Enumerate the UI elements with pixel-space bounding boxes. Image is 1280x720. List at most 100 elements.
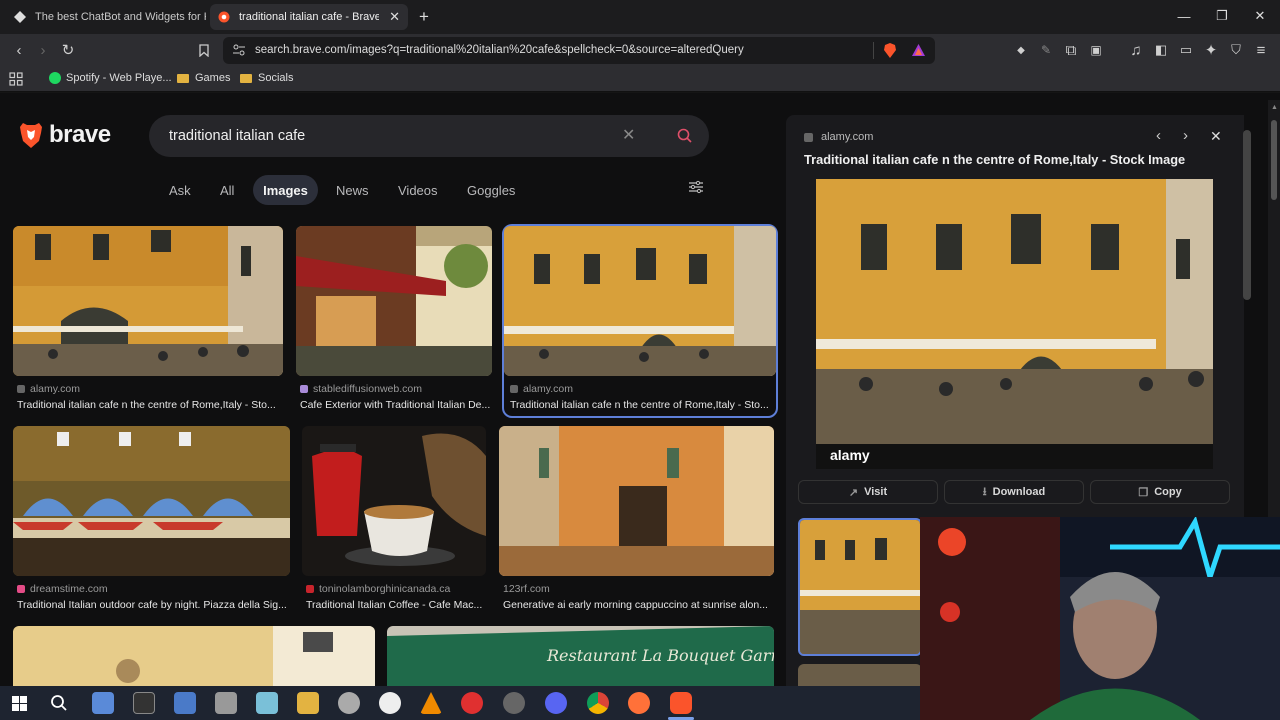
copy-button[interactable]: ❐ Copy <box>1090 480 1230 504</box>
new-tab-icon[interactable]: + <box>419 7 429 27</box>
result-thumbnail[interactable] <box>296 226 492 376</box>
screenshot-icon[interactable]: ▣ <box>1085 39 1107 61</box>
filter-settings-icon[interactable] <box>688 180 704 199</box>
result-title[interactable]: Traditional italian cafe n the centre of… <box>510 399 772 411</box>
apps-grid-icon[interactable] <box>9 72 23 91</box>
copy-icon: ❐ <box>1138 486 1149 499</box>
download-button[interactable]: ⭳ Download <box>944 480 1084 504</box>
tab-images[interactable]: Images <box>253 175 318 205</box>
reload-icon[interactable]: ↻ <box>57 39 79 61</box>
result-source: toninolamborghinicanada.ca <box>306 583 450 595</box>
result-thumbnail[interactable] <box>13 426 290 576</box>
vlc-icon[interactable] <box>420 692 442 714</box>
chrome-icon[interactable] <box>587 692 609 714</box>
preview-source: alamy.com <box>804 131 873 143</box>
image-result[interactable]: Restaurant La Bouquet Garni <box>387 626 774 686</box>
result-thumbnail[interactable]: Restaurant La Bouquet Garni <box>387 626 774 686</box>
related-thumbnail-selected[interactable] <box>798 518 922 656</box>
brave-rewards-icon[interactable] <box>911 43 926 62</box>
image-result[interactable]: 123rf.com Generative ai early morning ca… <box>499 426 774 616</box>
scroll-up-icon[interactable]: ▲ <box>1271 104 1278 111</box>
clear-search-icon[interactable]: ✕ <box>622 125 635 145</box>
search-icon[interactable] <box>676 127 694 145</box>
tab-videos[interactable]: Videos <box>388 175 448 205</box>
tab-ask[interactable]: Ask <box>159 175 201 205</box>
result-title[interactable]: Traditional Italian Coffee - Cafe Mac... <box>306 599 490 611</box>
image-result[interactable]: dreamstime.com Traditional Italian outdo… <box>13 426 290 616</box>
taskbar-app-icon[interactable] <box>503 692 525 714</box>
brand-wordmark: brave <box>49 121 111 148</box>
image-result[interactable]: toninolamborghinicanada.ca Traditional I… <box>302 426 486 616</box>
firefox-icon[interactable] <box>628 692 650 714</box>
brave-logo[interactable]: brave <box>19 121 111 149</box>
result-source: stablediffusionweb.com <box>300 383 422 395</box>
tab-all[interactable]: All <box>210 175 244 205</box>
image-result[interactable]: stablediffusionweb.com Cafe Exterior wit… <box>296 226 492 416</box>
vpn-icon[interactable]: ◆ <box>1010 39 1032 61</box>
scrollbar-thumb[interactable] <box>1271 120 1277 200</box>
extensions-puzzle-icon[interactable]: ⧉ <box>1060 39 1082 61</box>
result-thumbnail[interactable] <box>504 226 776 376</box>
discord-icon[interactable] <box>545 692 567 714</box>
file-explorer-icon[interactable] <box>297 692 319 714</box>
search-box[interactable]: traditional italian cafe ✕ <box>149 115 709 157</box>
bookmark-icon[interactable] <box>193 39 215 61</box>
result-thumbnail[interactable] <box>499 426 774 576</box>
taskbar-app-icon[interactable] <box>338 692 360 714</box>
close-window-icon[interactable]: ✕ <box>1241 0 1279 32</box>
folder-icon <box>177 73 189 83</box>
vpn-shield-icon[interactable]: ⛉ <box>1225 39 1247 61</box>
obs-icon[interactable] <box>379 692 401 714</box>
terminal-icon[interactable] <box>133 692 155 714</box>
wallet-icon[interactable]: ▭ <box>1175 39 1197 61</box>
brave-taskbar-icon[interactable] <box>670 692 692 714</box>
menu-icon[interactable]: ≡ <box>1250 39 1272 61</box>
windows-start-icon[interactable] <box>12 696 27 716</box>
leo-ai-icon[interactable]: ✦ <box>1200 39 1222 61</box>
result-title[interactable]: Traditional Italian outdoor cafe by nigh… <box>17 599 294 611</box>
tab-goggles[interactable]: Goggles <box>457 175 525 205</box>
minimize-icon[interactable]: — <box>1165 0 1203 32</box>
site-settings-icon[interactable] <box>232 43 246 62</box>
back-icon[interactable]: ‹ <box>8 39 30 61</box>
image-result-selected[interactable]: alamy.com Traditional italian cafe n the… <box>502 224 778 418</box>
result-title[interactable]: Generative ai early morning cappuccino a… <box>503 599 778 611</box>
related-thumbnail[interactable] <box>798 664 922 686</box>
tab-brave-search[interactable]: traditional italian cafe - Brave Se ✕ <box>210 4 408 30</box>
address-bar[interactable]: search.brave.com/images?q=traditional%20… <box>223 37 935 64</box>
maximize-icon[interactable]: ❐ <box>1203 0 1241 32</box>
bookmark-games[interactable]: Games <box>177 72 230 84</box>
close-preview-icon[interactable]: ✕ <box>1210 128 1222 145</box>
bookmark-socials[interactable]: Socials <box>240 72 293 84</box>
bookmark-spotify[interactable]: Spotify - Web Playe... <box>49 72 172 84</box>
taskbar-app-icon[interactable] <box>174 692 196 714</box>
brave-shields-icon[interactable] <box>883 43 897 63</box>
tab-title: The best ChatBot and Widgets for Ki <box>35 11 206 23</box>
result-thumbnail[interactable] <box>13 626 375 686</box>
taskbar-app-icon[interactable] <box>215 692 237 714</box>
result-thumbnail[interactable] <box>13 226 283 376</box>
search-input[interactable]: traditional italian cafe <box>169 128 305 144</box>
extension-feather-icon[interactable]: ✎ <box>1035 39 1057 61</box>
taskbar-app-icon[interactable] <box>256 692 278 714</box>
image-result[interactable]: alamy.com Traditional italian cafe n the… <box>13 226 283 416</box>
tab-news[interactable]: News <box>326 175 379 205</box>
preview-image[interactable]: alamy <box>816 179 1213 469</box>
taskbar-search-icon[interactable] <box>50 694 68 717</box>
close-tab-icon[interactable]: ✕ <box>389 9 400 25</box>
media-music-icon[interactable]: ♫ <box>1125 39 1147 61</box>
taskbar-app-icon[interactable] <box>461 692 483 714</box>
source-text: alamy.com <box>821 131 874 143</box>
tab-chatbot[interactable]: The best ChatBot and Widgets for Ki <box>6 4 206 30</box>
result-title[interactable]: Cafe Exterior with Traditional Italian D… <box>300 399 496 411</box>
forward-icon[interactable]: › <box>32 39 54 61</box>
image-result[interactable] <box>13 626 375 686</box>
result-thumbnail[interactable] <box>302 426 486 576</box>
taskbar-app-icon[interactable] <box>92 692 114 714</box>
previous-image-icon[interactable]: ‹ <box>1156 127 1161 144</box>
panel-scrollbar-thumb[interactable] <box>1243 130 1251 300</box>
result-title[interactable]: Traditional italian cafe n the centre of… <box>17 399 283 411</box>
sidebar-toggle-icon[interactable]: ◧ <box>1150 39 1172 61</box>
visit-button[interactable]: ↗ Visit <box>798 480 938 504</box>
next-image-icon[interactable]: › <box>1183 127 1188 144</box>
